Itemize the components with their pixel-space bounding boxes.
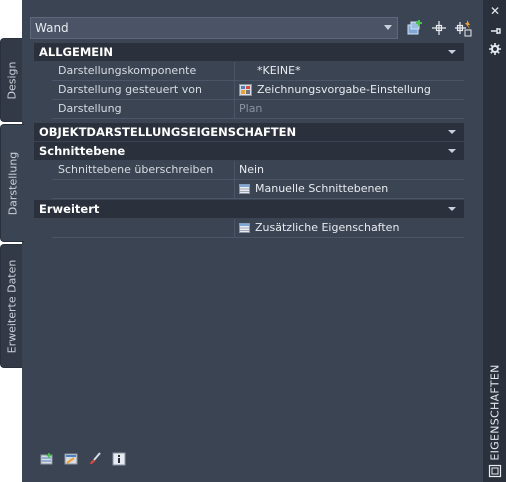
pin-icon[interactable] xyxy=(488,24,502,38)
property-row[interactable]: Zusätzliche Eigenschaften xyxy=(34,219,464,238)
property-row[interactable]: Darstellung gesteuert von Zeichnungsvorg… xyxy=(34,81,464,100)
property-name: Schnittebene überschreiben xyxy=(52,161,235,180)
property-grid: ALLGEMEIN Darstellungskomponente *KEINE*… xyxy=(34,43,464,238)
property-value[interactable]: Zusätzliche Eigenschaften xyxy=(235,219,464,238)
collapse-caret-icon[interactable] xyxy=(448,207,456,211)
table-icon xyxy=(239,184,250,194)
chevron-down-icon[interactable] xyxy=(384,25,392,30)
table-icon xyxy=(239,223,250,233)
settings-icon[interactable] xyxy=(488,42,502,56)
property-name xyxy=(52,180,235,199)
property-name xyxy=(52,219,235,238)
tab-darstellung-label: Darstellung xyxy=(6,151,19,215)
section-header-objektdarstellung[interactable]: OBJEKTDARSTELLUNGSEIGENSCHAFTEN xyxy=(34,123,464,141)
section-title: OBJEKTDARSTELLUNGSEIGENSCHAFTEN xyxy=(39,125,297,139)
property-value: Plan xyxy=(235,100,464,119)
collapse-caret-icon[interactable] xyxy=(448,50,456,54)
object-type-dropdown[interactable]: Wand xyxy=(30,17,398,39)
property-name: Darstellung xyxy=(52,100,235,119)
object-type-value: Wand xyxy=(35,21,69,35)
palette-tabs: Design Darstellung Erweiterte Daten xyxy=(0,0,24,482)
palette-title: EIGENSCHAFTEN xyxy=(488,364,502,461)
section-header-allgemein[interactable]: ALLGEMEIN xyxy=(34,43,464,61)
display-manager-icon[interactable] xyxy=(64,452,78,466)
palette-menu-icon[interactable] xyxy=(488,464,502,478)
add-selection-icon[interactable] xyxy=(406,19,424,37)
property-value[interactable]: Zeichnungsvorgabe-Einstellung xyxy=(235,81,464,100)
tab-erweiterte-daten[interactable]: Erweiterte Daten xyxy=(0,244,22,368)
section-header-erweitert[interactable]: Erweitert xyxy=(34,200,464,218)
property-name: Darstellung gesteuert von xyxy=(52,81,235,100)
property-value[interactable]: *KEINE* xyxy=(235,62,464,81)
section-title: Schnittebene xyxy=(39,144,126,158)
property-name: Darstellungskomponente xyxy=(52,62,235,81)
tab-design-label: Design xyxy=(5,61,19,99)
collapse-caret-icon[interactable] xyxy=(448,149,456,153)
close-icon[interactable]: ✕ xyxy=(488,4,502,18)
properties-panel: Wand ALLGEMEIN Darstellungskomponente *K… xyxy=(22,0,484,482)
quick-select-icon[interactable] xyxy=(430,19,448,37)
property-row[interactable]: Darstellungskomponente *KEINE* xyxy=(34,62,464,81)
select-objects-icon[interactable] xyxy=(454,19,472,37)
property-row[interactable]: Manuelle Schnittebenen xyxy=(34,180,464,199)
drawing-default-icon xyxy=(239,84,252,96)
palette-title-bar[interactable]: ✕ EIGENSCHAFTEN xyxy=(484,0,506,482)
collapse-caret-icon[interactable] xyxy=(448,130,456,134)
tab-design[interactable]: Design xyxy=(0,38,22,122)
section-title: Erweitert xyxy=(39,202,100,216)
property-value[interactable]: Nein xyxy=(235,161,464,180)
tab-erweiterte-daten-label: Erweiterte Daten xyxy=(5,259,18,353)
info-icon[interactable] xyxy=(112,452,126,466)
property-row[interactable]: Schnittebene überschreiben Nein xyxy=(34,161,464,180)
property-value[interactable]: Manuelle Schnittebenen xyxy=(235,180,464,199)
tab-darstellung[interactable]: Darstellung xyxy=(0,124,24,242)
section-header-schnittebene[interactable]: Schnittebene xyxy=(34,142,464,160)
section-title: ALLGEMEIN xyxy=(39,45,114,59)
quick-properties-icon[interactable] xyxy=(40,452,54,466)
brush-icon[interactable] xyxy=(88,452,102,466)
property-row[interactable]: Darstellung Plan xyxy=(34,100,464,119)
